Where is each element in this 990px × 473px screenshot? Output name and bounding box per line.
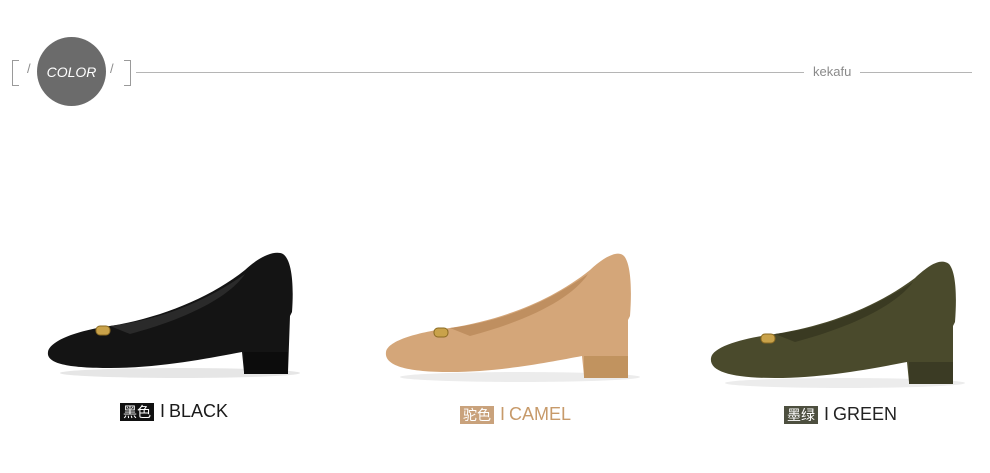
color-header: / COLOR / kekafu [0,0,990,120]
header-rule [136,72,804,73]
label-separator: I [500,404,506,424]
color-name-en: GREEN [833,404,898,424]
product-camel-shoe[interactable] [380,240,650,385]
slash-right: / [110,61,114,76]
black-shoe-image [47,252,300,378]
label-separator: I [160,401,166,421]
color-tag-cn: 驼色 [460,405,494,424]
header-rule-tail [860,72,972,73]
camel-shoe-image [385,253,640,382]
green-shoe-image [710,261,965,388]
color-name-en: CAMEL [509,404,572,424]
color-badge: COLOR [37,37,106,106]
color-tag-cn: 黑色 [120,402,154,421]
product-black-shoe[interactable] [40,240,310,385]
left-bracket [12,60,19,86]
label-separator: I [824,404,830,424]
right-bracket [124,60,131,86]
product-green-shoe[interactable] [705,250,975,395]
brand-name: kekafu [813,64,852,79]
product-label-green: 墨绿 I GREEN [784,404,897,425]
slash-left: / [27,61,31,76]
product-label-black: 黑色 I BLACK [120,401,228,422]
product-label-camel: 驼色 I CAMEL [460,404,571,425]
color-tag-cn: 墨绿 [784,405,818,424]
color-name-en: BLACK [169,401,229,421]
color-badge-label: COLOR [46,63,97,80]
